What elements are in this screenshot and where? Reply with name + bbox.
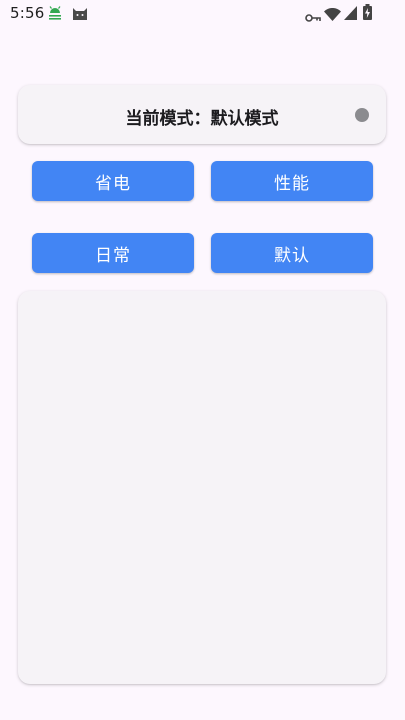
- wifi-icon: [324, 6, 341, 25]
- android-debug-icon: [47, 5, 63, 24]
- status-bar: 5:56: [0, 0, 405, 26]
- default-button[interactable]: 默认: [211, 233, 373, 273]
- battery-charging-icon: [363, 4, 372, 24]
- log-panel: [18, 291, 386, 684]
- current-mode-card: 当前模式：默认模式: [18, 85, 386, 144]
- power-saving-button[interactable]: 省电: [32, 161, 194, 201]
- vpn-key-icon: [305, 8, 321, 27]
- mode-status-indicator: [355, 108, 369, 122]
- status-time: 5:56: [10, 4, 45, 22]
- cellular-signal-icon: [344, 5, 357, 24]
- current-mode-title: 当前模式：默认模式: [125, 109, 279, 129]
- performance-button[interactable]: 性能: [211, 161, 373, 201]
- cat-app-icon: [72, 5, 88, 25]
- daily-button[interactable]: 日常: [32, 233, 194, 273]
